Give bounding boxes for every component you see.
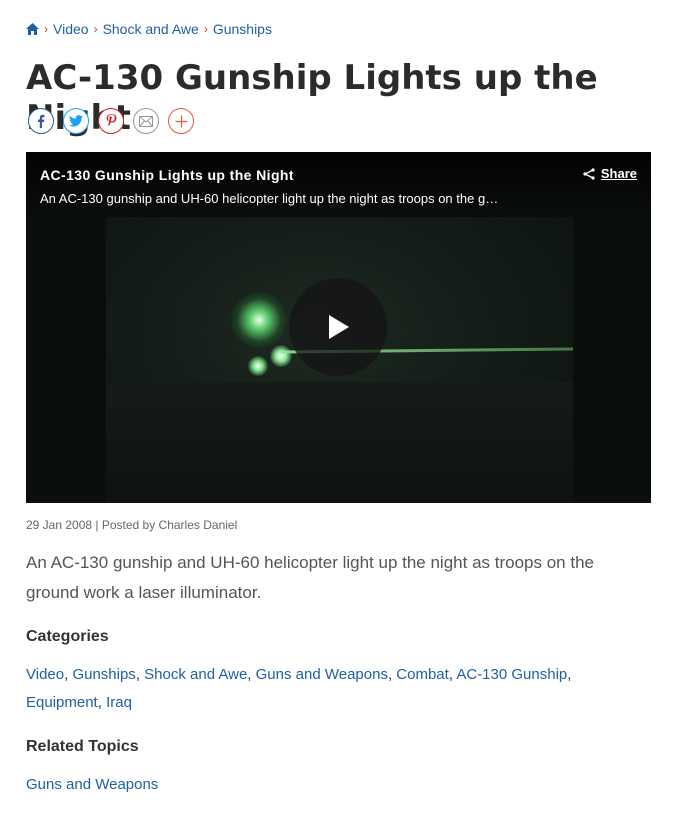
home-icon[interactable] <box>26 23 39 35</box>
breadcrumb-link-shock-and-awe[interactable]: Shock and Awe <box>103 21 199 37</box>
email-icon <box>139 115 153 127</box>
categories-title: Categories <box>26 628 109 645</box>
twitter-icon <box>69 115 83 127</box>
breadcrumb-link-gunships[interactable]: Gunships <box>213 21 272 37</box>
category-link[interactable]: Shock and Awe <box>144 666 247 683</box>
category-link[interactable]: Guns and Weapons <box>256 666 388 683</box>
related-topics-list: Guns and Weapons <box>26 771 646 799</box>
related-topic-link[interactable]: Guns and Weapons <box>26 776 158 793</box>
video-title[interactable]: AC-130 Gunship Lights up the Night <box>40 167 294 183</box>
categories-list: Video, Gunships, Shock and Awe, Guns and… <box>26 666 572 711</box>
video-share-button[interactable]: Share <box>583 166 637 181</box>
category-link[interactable]: Equipment <box>26 694 98 711</box>
breadcrumb-separator: › <box>44 22 48 36</box>
post-meta: 29 Jan 2008 | Posted by Charles Daniel <box>26 518 238 532</box>
twitter-share-button[interactable] <box>63 108 89 134</box>
thumbnail-light <box>231 292 287 348</box>
video-description: An AC-130 gunship and UH-60 helicopter l… <box>40 191 500 206</box>
category-link[interactable]: Iraq <box>106 694 132 711</box>
play-icon <box>329 315 349 339</box>
category-link[interactable]: Combat <box>396 666 449 683</box>
play-button[interactable] <box>289 278 387 376</box>
social-share-bar <box>28 108 194 134</box>
thumbnail-light <box>270 345 292 367</box>
category-link[interactable]: Gunships <box>72 666 135 683</box>
video-title-bar <box>26 152 651 222</box>
plus-icon <box>175 115 187 127</box>
category-link[interactable]: Video <box>26 666 64 683</box>
breadcrumb-link-video[interactable]: Video <box>53 21 89 37</box>
category-link[interactable]: AC-130 Gunship <box>456 666 567 683</box>
breadcrumb: › Video › Shock and Awe › Gunships <box>26 21 272 37</box>
facebook-share-button[interactable] <box>28 108 54 134</box>
facebook-icon <box>38 114 45 128</box>
video-thumbnail-ground <box>106 382 573 503</box>
more-share-button[interactable] <box>168 108 194 134</box>
breadcrumb-separator: › <box>203 22 208 36</box>
share-label: Share <box>600 166 637 181</box>
breadcrumb-separator: › <box>93 22 98 36</box>
share-icon <box>583 167 595 180</box>
related-topics-title: Related Topics <box>26 738 139 755</box>
post-description: An AC-130 gunship and UH-60 helicopter l… <box>26 553 594 602</box>
pinterest-icon <box>106 114 116 127</box>
thumbnail-light <box>248 356 268 376</box>
video-player[interactable]: AC-130 Gunship Lights up the Night An AC… <box>26 152 651 503</box>
email-share-button[interactable] <box>133 108 159 134</box>
pinterest-share-button[interactable] <box>98 108 124 134</box>
